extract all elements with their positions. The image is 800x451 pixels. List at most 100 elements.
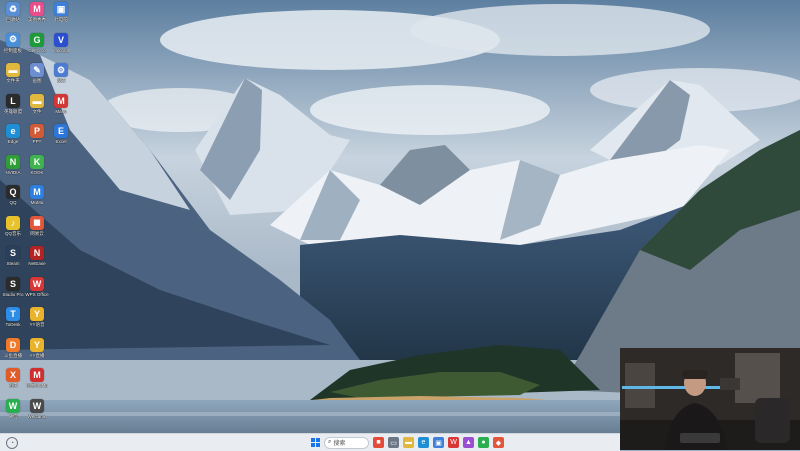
desktop-icon-label: 画图 bbox=[32, 78, 42, 83]
meitu-icon: M bbox=[30, 2, 44, 16]
wps-icon[interactable]: W bbox=[448, 437, 459, 448]
desktop-icon[interactable]: S Studio Pro bbox=[0, 276, 26, 307]
desktop-icon-label: YY语音 bbox=[29, 322, 45, 327]
steam-icon: S bbox=[6, 246, 20, 260]
desktop-icon-label: NVIDIA bbox=[5, 169, 21, 175]
taskbar-center: ⌕ 搜索 ■ ▭ ▬ e ▣ W ▲ ● ◆ bbox=[310, 436, 504, 449]
desktop-icon-label: 网易MuMu bbox=[26, 383, 48, 388]
start-button[interactable] bbox=[310, 438, 320, 448]
wegame-icon: W bbox=[30, 398, 44, 413]
task-view-icon[interactable]: ▭ bbox=[388, 437, 399, 448]
netease-icon: N bbox=[30, 246, 44, 260]
desktop-icon-label: 美图秀秀 bbox=[28, 17, 46, 22]
this-pc-icon: ▣ bbox=[54, 2, 68, 16]
desktop-icon[interactable]: e Edge bbox=[0, 124, 26, 154]
studio-icon: S bbox=[6, 276, 20, 291]
desktop-icon[interactable]: W 微信 bbox=[0, 398, 26, 429]
photos-icon[interactable]: ▲ bbox=[463, 437, 474, 448]
taskbar-search-box[interactable]: ⌕ 搜索 bbox=[324, 436, 369, 449]
desktop-icon-label: YY直播 bbox=[29, 352, 45, 358]
mario-icon: M bbox=[54, 93, 68, 108]
desktop-icon[interactable]: Y YY语音 bbox=[24, 307, 50, 337]
desktop-icon-label: Mario bbox=[55, 108, 67, 114]
desktop-icon[interactable]: L 英雄联盟 bbox=[0, 93, 26, 124]
desktop-icon-label: QQ音乐 bbox=[4, 230, 21, 236]
desktop-icon[interactable]: M 美图秀秀 bbox=[24, 2, 50, 32]
desktop-icon[interactable]: ♪ QQ音乐 bbox=[0, 215, 26, 246]
paint-icon: ✎ bbox=[30, 63, 44, 77]
lol-icon: L bbox=[6, 93, 20, 108]
webcam-overlay bbox=[620, 348, 800, 450]
wechat-icon: W bbox=[6, 398, 20, 413]
recycle-bin-icon: ♻ bbox=[6, 2, 20, 16]
desktop-icon-label: 文件 bbox=[32, 108, 42, 114]
taskbar-app-list: ■ ▭ ▬ e ▣ W ▲ ● ◆ bbox=[373, 437, 504, 448]
desktop-icon[interactable]: W WeGame bbox=[24, 398, 50, 429]
desktop-icon[interactable]: D 斗鱼直播 bbox=[0, 337, 26, 368]
ppt-icon: P bbox=[30, 124, 44, 138]
desktop-icon[interactable]: M Mario bbox=[48, 93, 74, 124]
desktop-icon-label: 微信 bbox=[8, 413, 18, 419]
desktop-icon[interactable]: V Valorant bbox=[48, 32, 74, 63]
edge-icon: e bbox=[6, 124, 20, 138]
desktop-icon[interactable]: Y YY直播 bbox=[24, 337, 50, 368]
desktop-icon-label: Valorant bbox=[52, 47, 70, 53]
desktop-icon-label: 迅雷 bbox=[8, 383, 18, 388]
file-explorer-icon[interactable]: ▬ bbox=[403, 437, 414, 448]
kook-icon: K bbox=[30, 154, 44, 169]
control-panel-icon: ⚙ bbox=[6, 32, 20, 47]
xunlei-icon: X bbox=[6, 368, 20, 382]
douyu-icon: D bbox=[6, 337, 20, 352]
desktop-icon[interactable]: W WPS Office bbox=[24, 276, 50, 307]
desktop-icon[interactable]: X 迅雷 bbox=[0, 368, 26, 398]
desktop-icon-label: WPS Office bbox=[25, 291, 49, 297]
todesk-icon: T bbox=[6, 307, 20, 321]
wechat-icon[interactable]: ● bbox=[478, 437, 489, 448]
desktop-icon[interactable]: N NVIDIA bbox=[0, 154, 26, 185]
desktop-icon[interactable]: N NetEase bbox=[24, 246, 50, 276]
desktop-icon-label: 英雄联盟 bbox=[4, 108, 22, 114]
desktop-icon[interactable]: M 网易MuMu bbox=[24, 368, 50, 398]
widgets-icon[interactable]: ◔ bbox=[6, 437, 18, 449]
desktop-icon[interactable]: ⚙ 控制面板 bbox=[0, 32, 26, 63]
folder-icon: ▬ bbox=[6, 63, 20, 77]
yy-icon: Y bbox=[30, 307, 44, 321]
desktop-icon[interactable]: ✎ 画图 bbox=[24, 63, 50, 93]
desktop-icon-label: 此电脑 bbox=[54, 17, 68, 22]
desktop-icon-label: ToDesk bbox=[5, 322, 21, 327]
app-icon[interactable]: ◆ bbox=[493, 437, 504, 448]
desktop-icon-label: PPT bbox=[32, 139, 42, 144]
desktop-icon[interactable]: S Steam bbox=[0, 246, 26, 276]
folder-icon: ▬ bbox=[30, 93, 44, 108]
desktop-icon-label: 网易云 bbox=[30, 230, 44, 236]
qq-icon: Q bbox=[6, 185, 20, 199]
desktop-icon-label: MuMu bbox=[30, 200, 44, 205]
store-icon[interactable]: ▣ bbox=[433, 437, 444, 448]
desktop-icon[interactable]: ◼ 网易云 bbox=[24, 215, 50, 246]
desktop-icon-label: Steam bbox=[6, 261, 20, 266]
settings-icon: ⚙ bbox=[54, 63, 68, 77]
webcam-feed bbox=[620, 348, 800, 450]
desktop-icon[interactable]: G GeForce bbox=[24, 32, 50, 63]
mumu2-icon: M bbox=[30, 368, 44, 382]
desktop-icon-label: 设置 bbox=[56, 78, 66, 83]
desktop-icon-label: Edge bbox=[7, 139, 19, 144]
desktop-icon[interactable]: ♻ 回收站 bbox=[0, 2, 26, 32]
desktop-icon[interactable]: ⚙ 设置 bbox=[48, 63, 74, 93]
games-icon[interactable]: ■ bbox=[373, 437, 384, 448]
edge-icon[interactable]: e bbox=[418, 437, 429, 448]
desktop-icon[interactable]: K KOOK bbox=[24, 154, 50, 185]
desktop-icon[interactable]: E Excel bbox=[48, 124, 74, 154]
desktop-icon[interactable]: ▣ 此电脑 bbox=[48, 2, 74, 32]
desktop-icon-label: WeGame bbox=[27, 413, 47, 419]
desktop-icon[interactable]: T ToDesk bbox=[0, 307, 26, 337]
desktop-icon-label: KOOK bbox=[30, 169, 44, 175]
desktop-icon[interactable]: ▬ 文件 bbox=[24, 93, 50, 124]
game-icon: V bbox=[54, 32, 68, 47]
desktop-icon-label: 控制面板 bbox=[4, 47, 22, 53]
desktop-icon[interactable]: P PPT bbox=[24, 124, 50, 154]
yy-live-icon: Y bbox=[30, 337, 44, 352]
desktop-icon[interactable]: ▬ 文件夹 bbox=[0, 63, 26, 93]
desktop-icon[interactable]: Q QQ bbox=[0, 185, 26, 215]
desktop-icon[interactable]: M MuMu bbox=[24, 185, 50, 215]
